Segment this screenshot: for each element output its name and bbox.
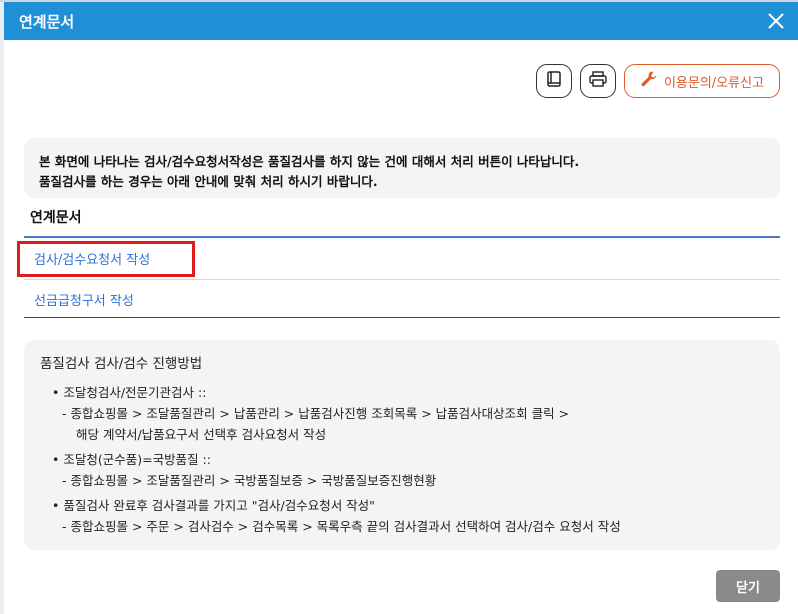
dialog-title: 연계문서: [19, 13, 75, 31]
guide-item-heading: • 조달청검사/전문기관검사 ::: [52, 385, 207, 400]
book-icon: [545, 70, 563, 92]
guide-item-heading: • 품질검사 완료후 검사결과를 가지고 "검사/검수요청서 작성": [52, 498, 375, 513]
wrench-icon: [640, 70, 658, 92]
notice-line: 품질검사를 하는 경우는 아래 안내에 맞춰 처리 하시기 바랍니다.: [39, 174, 378, 189]
guide-item-line: - 종합쇼핑몰 > 조달품질관리 > 납품관리 > 납품검사진행 조회목록 > …: [62, 406, 570, 421]
close-button[interactable]: 닫기: [716, 570, 780, 602]
guide-item-heading: • 조달청(군수품)=국방품질 ::: [52, 452, 211, 467]
print-button[interactable]: [580, 64, 616, 98]
guide-box: 품질검사 검사/검수 진행방법 • 조달청검사/전문기관검사 :: - 종합쇼핑…: [24, 340, 780, 550]
linked-documents-dialog: 연계문서 이용문의/오류신고 본 화면에 나타나는 검사/검수요청서작성은 품질…: [4, 2, 798, 614]
dialog-titlebar: 연계문서: [4, 2, 798, 40]
guide-item-line: - 종합쇼핑몰 > 주문 > 검사검수 > 검수목록 > 목록우측 끝의 검사결…: [62, 519, 621, 534]
report-error-button[interactable]: 이용문의/오류신고: [624, 64, 780, 98]
guide-item-line: - 종합쇼핑몰 > 조달품질관리 > 국방품질보증 > 국방품질보증진행현황: [62, 473, 437, 488]
section-divider: [24, 236, 780, 238]
notice-box: 본 화면에 나타나는 검사/검수요청서작성은 품질검사를 하지 않는 건에 대해…: [24, 138, 780, 198]
advance-payment-claim-link[interactable]: 선금급청구서 작성: [34, 290, 134, 309]
close-icon[interactable]: [764, 9, 788, 33]
list-bottom-divider: [24, 317, 780, 318]
highlight-box: [17, 241, 195, 277]
guide-title: 품질검사 검사/검수 진행방법: [40, 356, 203, 372]
report-error-label: 이용문의/오류신고: [663, 75, 765, 91]
notice-line: 본 화면에 나타나는 검사/검수요청서작성은 품질검사를 하지 않는 건에 대해…: [39, 154, 580, 169]
row-divider: [24, 279, 780, 280]
section-title: 연계문서: [30, 210, 82, 226]
manual-button[interactable]: [536, 64, 572, 98]
guide-item-line: 해당 계약서/납품요구서 선택후 검사요청서 작성: [76, 427, 327, 442]
printer-icon: [588, 70, 608, 92]
